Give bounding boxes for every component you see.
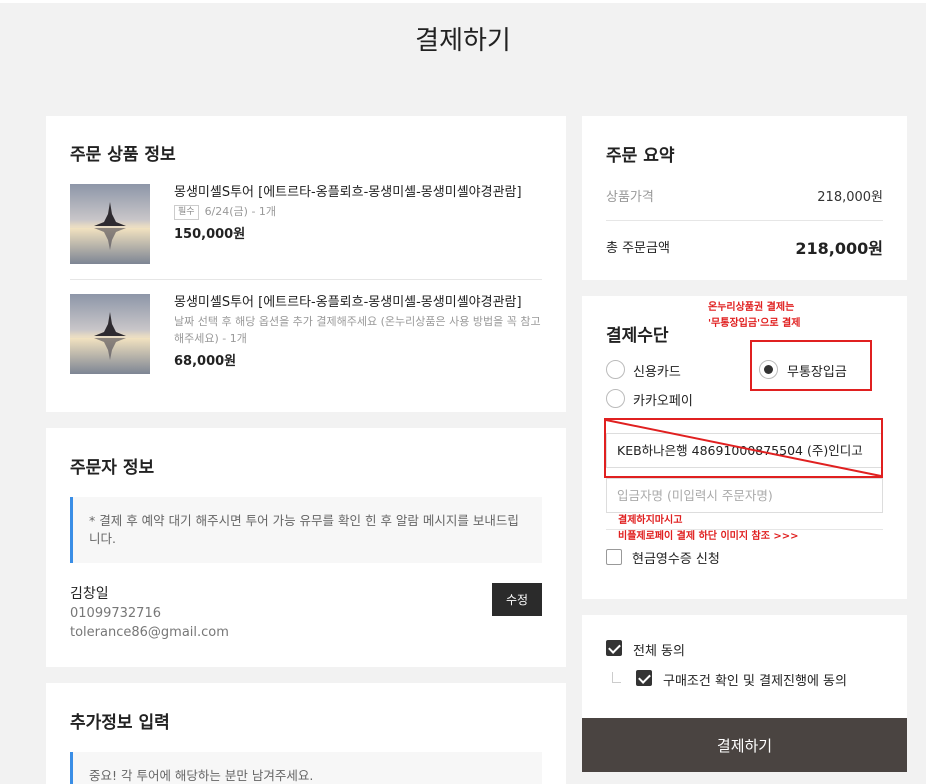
extra-info-title: 추가정보 입력 — [70, 713, 170, 733]
payment-method-title: 결제수단 — [606, 326, 669, 346]
kakaopay-radio[interactable] — [606, 389, 625, 408]
annotation-line: 비플제로페이 결제 하단 이미지 참조 >>> — [618, 531, 799, 542]
product-price-row: 상품가격 218,000원 — [606, 186, 883, 205]
mont-saint-michel-image — [70, 184, 150, 264]
orderer-notice: * 결제 후 예약 대기 해주시면 투어 가능 유무를 확인 힌 후 알람 메시… — [70, 497, 542, 563]
payment-method-card: 결제수단 온누리상품권 결제는 '무통장입금'으로 결제 신용카드 무통장입금 … — [582, 296, 907, 599]
product-thumbnail[interactable] — [70, 294, 150, 374]
agree-purchase-label[interactable]: 구매조건 확인 및 결제진행에 동의 — [663, 670, 847, 689]
product-price: 68,000원 — [174, 354, 237, 369]
product-thumbnail[interactable] — [70, 184, 150, 264]
agree-all-checkbox[interactable] — [606, 640, 622, 656]
product-name[interactable]: 몽생미셸S투어 [에트르타-옹플뢰흐-몽생미셸-몽생미셸야경관람] — [174, 294, 544, 312]
mont-saint-michel-image — [70, 294, 150, 374]
orderer-email: tolerance86@gmail.com — [70, 625, 229, 640]
extra-info-card: 추가정보 입력 중요! 각 투어에 해당하는 분만 남겨주세요. — [46, 683, 566, 784]
product-price-label: 상품가격 — [606, 190, 654, 205]
product-date-qty: 6/24(금) - 1개 — [204, 205, 277, 218]
cash-receipt-label[interactable]: 현금영수증 신청 — [632, 548, 720, 567]
product-price: 150,000원 — [174, 227, 246, 242]
bank-transfer-label[interactable]: 무통장입금 — [787, 361, 847, 380]
agree-purchase-checkbox[interactable] — [636, 670, 652, 686]
orderer-name: 김창일 — [70, 586, 109, 602]
tree-connector — [612, 672, 621, 683]
annotation-strike-line — [605, 419, 882, 477]
annotation-line: 온누리상품권 결제는 — [708, 302, 795, 313]
agreement-card: 전체 동의 구매조건 확인 및 결제진행에 동의 — [582, 615, 907, 718]
order-products-title: 주문 상품 정보 — [70, 145, 176, 165]
product-divider — [70, 279, 542, 280]
edit-orderer-button[interactable]: 수정 — [492, 583, 542, 616]
product-meta: 날짜 선택 후 해당 옵션을 추가 결제해주세요 (온누리상품은 사용 방법을 … — [174, 315, 541, 345]
order-summary-card: 주문 요약 상품가격 218,000원 총 주문금액 218,000원 — [582, 116, 907, 280]
extra-info-notice: 중요! 각 투어에 해당하는 분만 남겨주세요. — [70, 752, 542, 784]
bank-transfer-radio[interactable] — [759, 360, 778, 379]
top-border — [0, 0, 926, 3]
pay-button[interactable]: 결제하기 — [582, 718, 907, 772]
depositor-name-input[interactable]: 입금자명 (미입력시 주문자명) — [606, 478, 883, 513]
annotation-onnuri-note: 온누리상품권 결제는 '무통장입금'으로 결제 — [708, 300, 800, 332]
order-products-card: 주문 상품 정보 몽생미셸S투어 [에트르타-옹플뢰흐-몽생미셸-몽생미셸야경관… — [46, 116, 566, 412]
payment-divider — [606, 529, 883, 530]
agree-all-label[interactable]: 전체 동의 — [633, 640, 685, 659]
credit-card-radio[interactable] — [606, 360, 625, 379]
credit-card-label[interactable]: 신용카드 — [633, 361, 681, 380]
annotation-line: '무통장입금'으로 결제 — [708, 318, 801, 329]
order-summary-title: 주문 요약 — [606, 146, 675, 166]
product-meta: 필수 6/24(금) - 1개 — [174, 203, 544, 220]
total-value: 218,000원 — [795, 239, 883, 258]
summary-divider — [606, 220, 883, 221]
required-badge: 필수 — [174, 205, 199, 220]
kakaopay-label[interactable]: 카카오페이 — [633, 390, 693, 409]
total-label: 총 주문금액 — [606, 241, 670, 256]
orderer-info-card: 주문자 정보 * 결제 후 예약 대기 해주시면 투어 가능 유무를 확인 힌 … — [46, 428, 566, 667]
product-price-value: 218,000원 — [817, 190, 883, 205]
product-info: 몽생미셸S투어 [에트르타-옹플뢰흐-몽생미셸-몽생미셸야경관람] 날짜 선택 … — [174, 294, 544, 369]
annotation-line: 결제하지마시고 — [618, 515, 683, 526]
orderer-phone: 01099732716 — [70, 606, 161, 621]
orderer-info-title: 주문자 정보 — [70, 458, 155, 478]
product-name[interactable]: 몽생미셸S투어 [에트르타-옹플뢰흐-몽생미셸-몽생미셸야경관람] — [174, 184, 544, 202]
page-title: 결제하기 — [415, 26, 511, 56]
total-row: 총 주문금액 218,000원 — [606, 235, 883, 258]
cash-receipt-checkbox[interactable] — [606, 549, 622, 565]
product-info: 몽생미셸S투어 [에트르타-옹플뢰흐-몽생미셸-몽생미셸야경관람] 필수 6/24… — [174, 184, 544, 242]
